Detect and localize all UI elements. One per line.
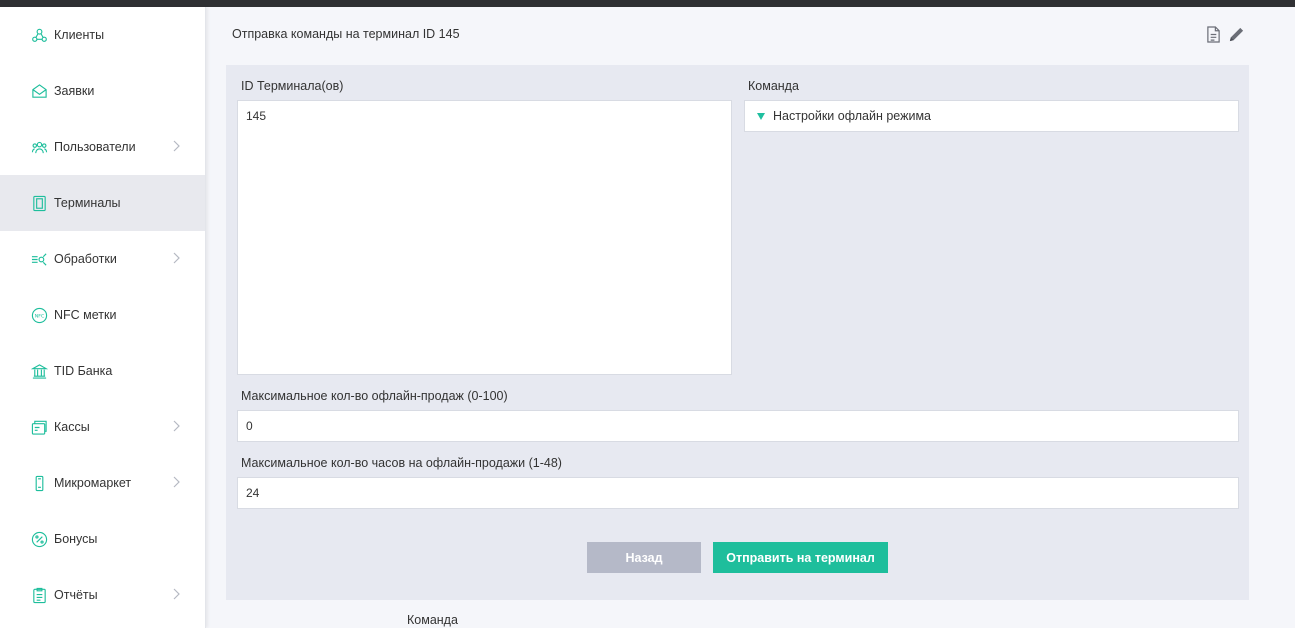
sidebar-item-label: Клиенты bbox=[54, 28, 105, 42]
sidebar-item-label: Бонусы bbox=[54, 532, 98, 546]
max-sales-label: Максимальное кол-во офлайн-продаж (0-100… bbox=[241, 389, 508, 403]
command-select[interactable]: Настройки офлайн режима bbox=[744, 100, 1239, 132]
sidebar-item-nfc[interactable]: NFC NFC метки bbox=[0, 287, 205, 343]
sidebar-item-cashboxes[interactable]: Кассы bbox=[0, 399, 205, 455]
reports-icon bbox=[30, 586, 48, 604]
chevron-right-icon bbox=[171, 419, 181, 433]
chevron-right-icon bbox=[171, 251, 181, 265]
back-button[interactable]: Назад bbox=[587, 542, 701, 573]
page-title: Отправка команды на терминал ID 145 bbox=[232, 27, 460, 41]
sidebar-item-label: TID Банка bbox=[54, 364, 113, 378]
cashbox-icon bbox=[30, 418, 48, 436]
header-actions bbox=[1204, 24, 1245, 44]
bank-icon bbox=[30, 362, 48, 380]
sidebar-item-terminals[interactable]: Терминалы bbox=[0, 175, 205, 231]
pencil-icon[interactable] bbox=[1227, 24, 1245, 44]
max-hours-label: Максимальное кол-во часов на офлайн-прод… bbox=[241, 456, 562, 470]
micromarket-icon bbox=[30, 474, 48, 492]
command-form: ID Терминала(ов) 145 Команда Настройки о… bbox=[226, 65, 1249, 600]
users-icon bbox=[30, 138, 48, 156]
command-section-label: Команда bbox=[407, 613, 458, 627]
sidebar-item-label: Терминалы bbox=[54, 196, 121, 210]
main-content: Отправка команды на терминал ID 145 ID Т… bbox=[207, 7, 1295, 628]
percent-icon bbox=[30, 530, 48, 548]
sidebar-item-label: Микромаркет bbox=[54, 476, 132, 490]
sidebar: Клиенты Заявки Пользователи Терминалы Об… bbox=[0, 7, 206, 628]
terminal-ids-input[interactable]: 145 bbox=[237, 100, 732, 375]
svg-text:NFC: NFC bbox=[34, 313, 44, 319]
terminal-ids-label: ID Терминала(ов) bbox=[241, 79, 344, 93]
top-bar bbox=[0, 0, 1295, 7]
sidebar-item-micromarket[interactable]: Микромаркет bbox=[0, 455, 205, 511]
sidebar-item-reports[interactable]: Отчёты bbox=[0, 567, 205, 623]
sidebar-item-label: Заявки bbox=[54, 84, 95, 98]
processing-icon bbox=[30, 250, 48, 268]
sidebar-item-bonuses[interactable]: Бонусы bbox=[0, 511, 205, 567]
sidebar-item-processing[interactable]: Обработки bbox=[0, 231, 205, 287]
terminal-icon bbox=[30, 194, 48, 212]
sidebar-item-label: NFC метки bbox=[54, 308, 117, 322]
max-sales-input[interactable] bbox=[237, 410, 1239, 442]
sidebar-item-tid-bank[interactable]: TID Банка bbox=[0, 343, 205, 399]
caret-down-icon bbox=[757, 112, 765, 120]
sidebar-item-users[interactable]: Пользователи bbox=[0, 119, 205, 175]
sidebar-item-label: Пользователи bbox=[54, 140, 136, 154]
nfc-icon: NFC bbox=[30, 306, 48, 324]
chevron-right-icon bbox=[171, 587, 181, 601]
envelope-icon bbox=[30, 82, 48, 100]
sidebar-item-requests[interactable]: Заявки bbox=[0, 63, 205, 119]
sidebar-item-label: Обработки bbox=[54, 252, 117, 266]
command-label: Команда bbox=[748, 79, 799, 93]
chevron-right-icon bbox=[171, 139, 181, 153]
chevron-right-icon bbox=[171, 475, 181, 489]
sidebar-item-label: Кассы bbox=[54, 420, 90, 434]
sidebar-item-label: Отчёты bbox=[54, 588, 98, 602]
clients-icon bbox=[30, 26, 48, 44]
command-select-value: Настройки офлайн режима bbox=[773, 109, 931, 123]
max-hours-input[interactable] bbox=[237, 477, 1239, 509]
document-icon[interactable] bbox=[1204, 24, 1222, 44]
sidebar-item-clients[interactable]: Клиенты bbox=[0, 7, 205, 63]
send-to-terminal-button[interactable]: Отправить на терминал bbox=[713, 542, 888, 573]
